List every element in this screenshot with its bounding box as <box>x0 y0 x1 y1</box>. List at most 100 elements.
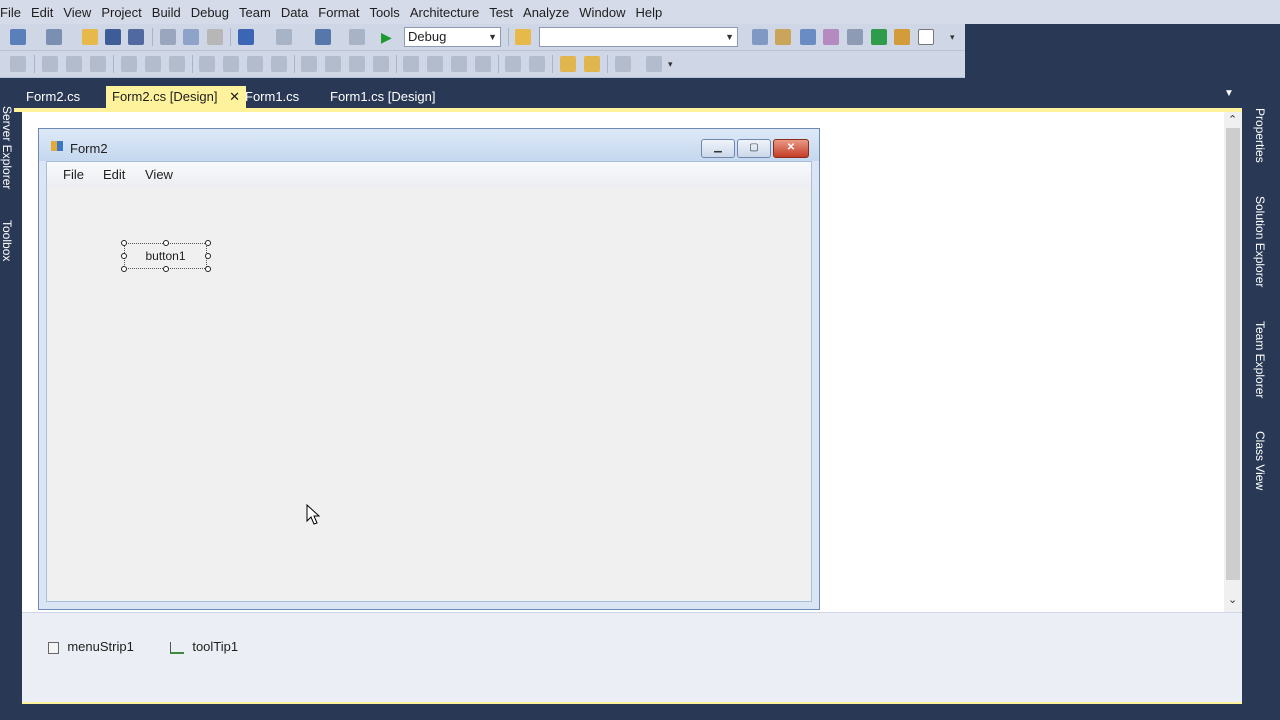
new-project-icon[interactable] <box>10 29 26 45</box>
menu-debug[interactable]: Debug <box>186 5 234 20</box>
menu-help[interactable]: Help <box>631 5 668 20</box>
menu-test[interactable]: Test <box>484 5 518 20</box>
make-same-width-icon[interactable] <box>199 56 215 72</box>
resize-handle[interactable] <box>121 266 127 272</box>
make-horizontal-spacing-equal-icon[interactable] <box>301 56 317 72</box>
form-menu-edit[interactable]: Edit <box>103 167 125 182</box>
make-same-height-icon[interactable] <box>247 56 263 72</box>
maximize-button[interactable]: ▢ <box>737 139 771 158</box>
navigate-backward-icon[interactable] <box>315 29 331 45</box>
tab-list-dropdown-icon[interactable]: ▼ <box>1224 88 1234 99</box>
remove-horizontal-spacing-icon[interactable] <box>373 56 389 72</box>
close-button[interactable]: ✕ <box>773 139 809 158</box>
menu-tools[interactable]: Tools <box>364 5 404 20</box>
align-to-grid-icon[interactable] <box>10 56 26 72</box>
scroll-up-icon[interactable]: ⌃ <box>1228 113 1237 126</box>
copy-icon[interactable] <box>183 29 199 45</box>
menu-edit[interactable]: Edit <box>26 5 58 20</box>
decrease-vertical-spacing-icon[interactable] <box>451 56 467 72</box>
redo-icon[interactable] <box>276 29 292 45</box>
send-to-back-icon[interactable] <box>584 56 600 72</box>
properties-tab[interactable]: Properties <box>1253 108 1267 163</box>
align-centers-icon[interactable] <box>66 56 82 72</box>
tab-form2-cs[interactable]: Form2.cs <box>20 86 86 108</box>
center-vertically-icon[interactable] <box>529 56 545 72</box>
menu-window[interactable]: Window <box>574 5 630 20</box>
minimize-button[interactable]: ▁ <box>701 139 735 158</box>
scroll-down-icon[interactable]: ⌄ <box>1228 593 1237 606</box>
resize-handle[interactable] <box>163 240 169 246</box>
increase-vertical-spacing-icon[interactable] <box>427 56 443 72</box>
toolbox-icon[interactable] <box>823 29 839 45</box>
toolbox-tab[interactable]: Toolbox <box>0 220 14 261</box>
solution-configuration-combo[interactable]: Debug ▼ <box>404 27 501 47</box>
align-tops-icon[interactable] <box>121 56 137 72</box>
tray-component-tooltip[interactable]: toolTip1 <box>170 639 238 654</box>
form-menu-file[interactable]: File <box>63 167 84 182</box>
open-file-icon[interactable] <box>82 29 98 45</box>
bring-to-front-icon[interactable] <box>560 56 576 72</box>
solution-explorer-tab[interactable]: Solution Explorer <box>1253 196 1267 287</box>
menu-build[interactable]: Build <box>147 5 186 20</box>
team-explorer-icon[interactable] <box>894 29 910 45</box>
tab-order-icon[interactable] <box>615 56 631 72</box>
form-app-icon <box>51 141 63 151</box>
object-browser-icon[interactable] <box>800 29 816 45</box>
align-bottoms-icon[interactable] <box>169 56 185 72</box>
tab-form2-design[interactable]: Form2.cs [Design] ✕ <box>106 86 247 108</box>
cut-icon[interactable] <box>160 29 176 45</box>
menu-file[interactable]: File <box>0 5 26 20</box>
menu-project[interactable]: Project <box>96 5 146 20</box>
save-icon[interactable] <box>105 29 121 45</box>
size-to-grid-icon[interactable] <box>223 56 239 72</box>
add-item-icon[interactable] <box>46 29 62 45</box>
decrease-horizontal-spacing-icon[interactable] <box>349 56 365 72</box>
paste-icon[interactable] <box>207 29 223 45</box>
resize-handle[interactable] <box>121 240 127 246</box>
menu-team[interactable]: Team <box>234 5 276 20</box>
scrollbar-thumb[interactable] <box>1226 128 1240 580</box>
tab-form1-design[interactable]: Form1.cs [Design] <box>324 86 441 108</box>
resize-handle[interactable] <box>205 253 211 259</box>
menu-data[interactable]: Data <box>276 5 313 20</box>
lock-controls-icon[interactable] <box>646 56 662 72</box>
menu-format[interactable]: Format <box>313 5 364 20</box>
toolbar-options-icon[interactable]: ▾ <box>950 29 960 45</box>
resize-handle[interactable] <box>205 240 211 246</box>
start-page-icon[interactable] <box>871 29 887 45</box>
increase-horizontal-spacing-icon[interactable] <box>325 56 341 72</box>
save-all-icon[interactable] <box>128 29 144 45</box>
navigate-forward-icon[interactable] <box>349 29 365 45</box>
form-window[interactable]: Form2 ▁ ▢ ✕ File Edit View button1 <box>38 128 820 610</box>
menu-analyze[interactable]: Analyze <box>518 5 574 20</box>
start-debugging-icon[interactable]: ▶ <box>381 29 397 45</box>
resize-handle[interactable] <box>163 266 169 272</box>
remove-vertical-spacing-icon[interactable] <box>475 56 491 72</box>
align-lefts-icon[interactable] <box>42 56 58 72</box>
undo-icon[interactable] <box>238 29 254 45</box>
command-window-icon[interactable] <box>918 29 934 45</box>
resize-handle[interactable] <box>205 266 211 272</box>
form-menu-view[interactable]: View <box>145 167 173 182</box>
menu-view[interactable]: View <box>58 5 96 20</box>
tab-form1-cs[interactable]: Form1.cs <box>239 86 305 108</box>
chevron-down-icon: ▼ <box>725 32 734 42</box>
align-middles-icon[interactable] <box>145 56 161 72</box>
form-client-area[interactable]: File Edit View button1 <box>46 161 812 602</box>
center-horizontally-icon[interactable] <box>505 56 521 72</box>
align-rights-icon[interactable] <box>90 56 106 72</box>
make-same-size-icon[interactable] <box>271 56 287 72</box>
solution-explorer-icon[interactable] <box>752 29 768 45</box>
properties-window-icon[interactable] <box>775 29 791 45</box>
team-explorer-tab[interactable]: Team Explorer <box>1253 321 1267 398</box>
server-explorer-tab[interactable]: Server Explorer <box>0 106 14 189</box>
toolbar-options-icon[interactable]: ▾ <box>668 56 678 72</box>
find-combo[interactable]: ▼ <box>539 27 738 47</box>
class-view-tab[interactable]: Class View <box>1253 431 1267 490</box>
tray-component-menustrip[interactable]: menuStrip1 <box>48 639 134 654</box>
resize-handle[interactable] <box>121 253 127 259</box>
find-in-files-icon[interactable] <box>515 29 531 45</box>
make-vertical-spacing-equal-icon[interactable] <box>403 56 419 72</box>
extension-manager-icon[interactable] <box>847 29 863 45</box>
menu-architecture[interactable]: Architecture <box>405 5 484 20</box>
